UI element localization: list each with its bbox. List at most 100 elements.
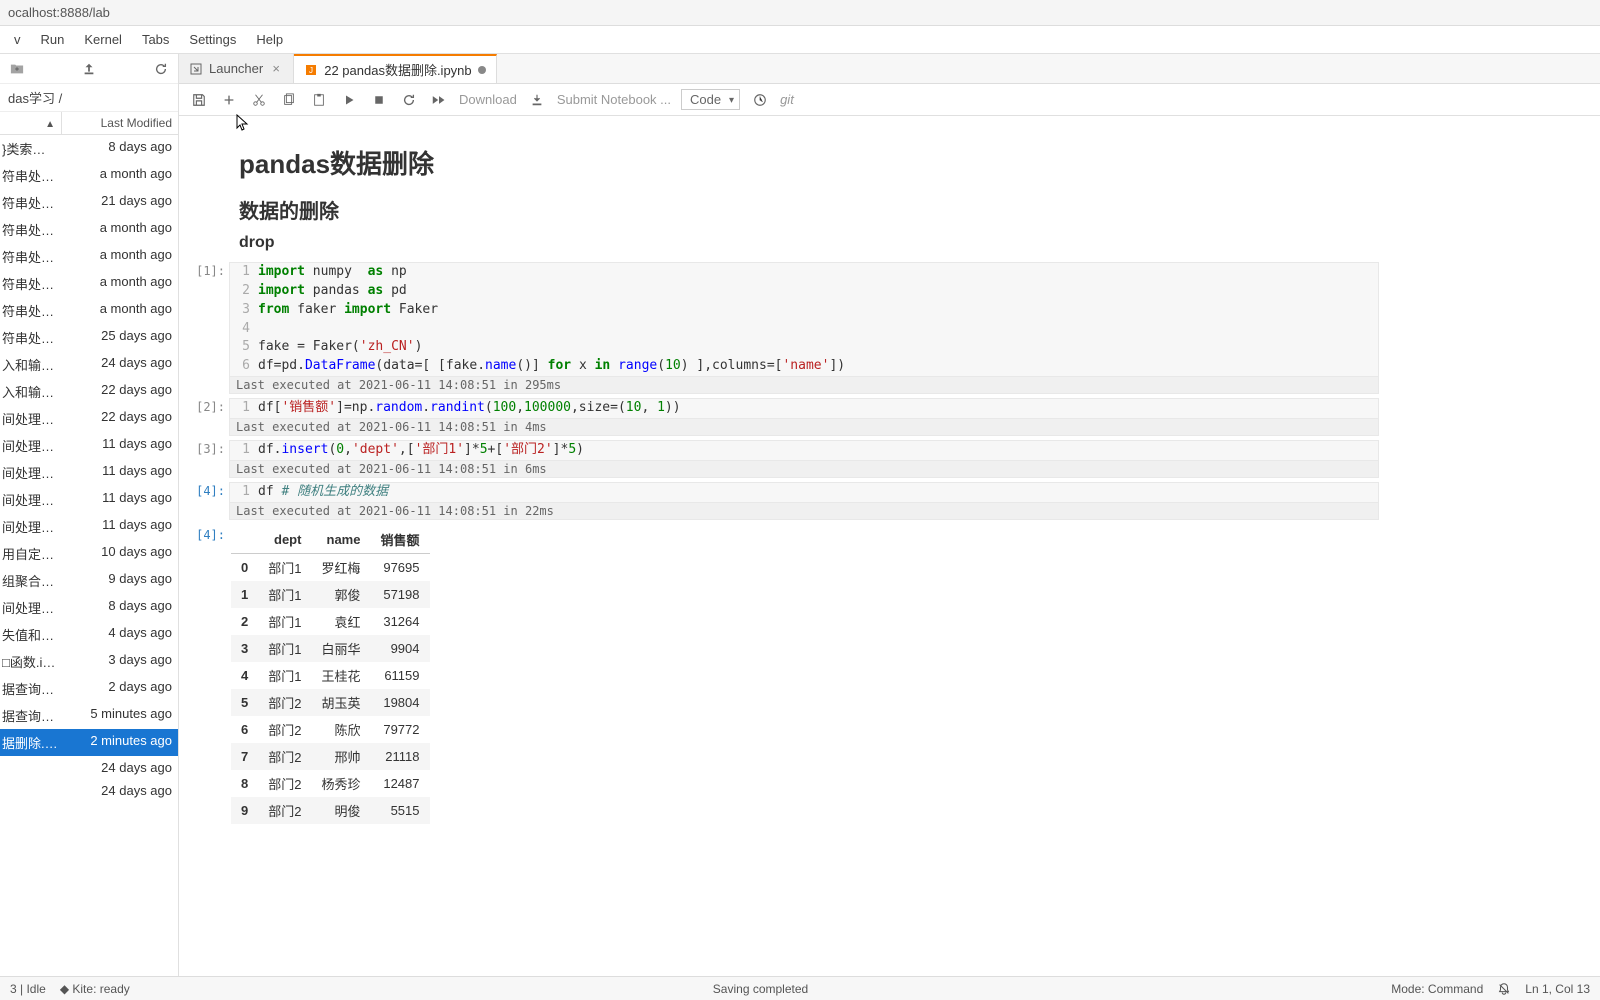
code-line-content: df['销售额']=np.random.randint(100,100000,s… <box>258 399 1378 418</box>
cut-icon[interactable] <box>249 90 269 110</box>
code-area[interactable]: 1df.insert(0,'dept',['部门1']*5+['部门2']*5) <box>229 440 1379 461</box>
fastforward-icon[interactable] <box>429 90 449 110</box>
menu-item-settings[interactable]: Settings <box>179 28 246 51</box>
run-icon[interactable] <box>339 90 359 110</box>
file-modified: 25 days ago <box>62 326 178 349</box>
submit-link[interactable]: Submit Notebook ... <box>557 92 671 107</box>
url-text: ocalhost:8888/lab <box>8 5 110 20</box>
menu-item-kernel[interactable]: Kernel <box>74 28 132 51</box>
code-cell[interactable]: [2]:1df['销售额']=np.random.randint(100,100… <box>229 398 1379 436</box>
col-name-header[interactable]: ▲ <box>0 112 62 134</box>
file-row[interactable]: 符串处理...a month ago <box>0 162 178 189</box>
refresh-icon[interactable] <box>152 60 170 78</box>
file-name <box>0 781 62 800</box>
status-message: Saving completed <box>130 982 1391 996</box>
file-modified: 24 days ago <box>62 353 178 376</box>
table-cell: 3 <box>231 635 258 662</box>
line-number: 1 <box>230 263 258 282</box>
tab-label: Launcher <box>209 61 263 76</box>
file-name: 入和输出... <box>0 353 62 376</box>
file-row[interactable]: □函数.ip...3 days ago <box>0 648 178 675</box>
paste-icon[interactable] <box>309 90 329 110</box>
file-row[interactable]: 符串处理...a month ago <box>0 297 178 324</box>
kite-status[interactable]: ◆ Kite: ready <box>60 982 130 996</box>
file-name: 符串处理... <box>0 326 62 349</box>
celltype-select[interactable]: Code <box>681 92 740 107</box>
file-row[interactable]: 据查询选...5 minutes ago <box>0 702 178 729</box>
bell-icon[interactable] <box>1497 982 1511 996</box>
file-row[interactable]: 24 days ago <box>0 756 178 779</box>
breadcrumb[interactable]: das学习 / <box>0 84 178 112</box>
file-modified: 24 days ago <box>62 781 178 800</box>
file-row[interactable]: 间处理（...11 days ago <box>0 486 178 513</box>
git-link[interactable]: git <box>780 92 794 107</box>
table-row: 4部门1王桂花61159 <box>231 662 430 689</box>
code-area[interactable]: 1df['销售额']=np.random.randint(100,100000,… <box>229 398 1379 419</box>
upload-icon[interactable] <box>80 60 98 78</box>
table-cell: 12487 <box>370 770 429 797</box>
url-bar[interactable]: ocalhost:8888/lab <box>0 0 1600 26</box>
file-row[interactable]: 入和输出...24 days ago <box>0 351 178 378</box>
menu-item-tabs[interactable]: Tabs <box>132 28 179 51</box>
menu-item-help[interactable]: Help <box>246 28 293 51</box>
table-cell: 明俊 <box>311 797 370 824</box>
file-row[interactable]: 间处理（...11 days ago <box>0 432 178 459</box>
file-row[interactable]: 失值和空...4 days ago <box>0 621 178 648</box>
restart-icon[interactable] <box>399 90 419 110</box>
file-row[interactable]: 符串处理...21 days ago <box>0 189 178 216</box>
file-row[interactable]: }类索引.i...8 days ago <box>0 135 178 162</box>
code-cell[interactable]: [1]:1import numpy as np2import pandas as… <box>229 262 1379 394</box>
stop-icon[interactable] <box>369 90 389 110</box>
table-cell: 0 <box>231 553 258 581</box>
copy-icon[interactable] <box>279 90 299 110</box>
save-icon[interactable] <box>189 90 209 110</box>
code-cell[interactable]: [4]:1df # 随机生成的数据Last executed at 2021-0… <box>229 482 1379 520</box>
file-modified: 11 days ago <box>62 434 178 457</box>
file-row[interactable]: 符串处理...25 days ago <box>0 324 178 351</box>
table-header: dept <box>258 526 311 554</box>
sidebar-toolbar <box>0 54 178 84</box>
menu-item-v[interactable]: v <box>4 28 31 51</box>
code-area[interactable]: 1df # 随机生成的数据 <box>229 482 1379 503</box>
code-cell[interactable]: [3]:1df.insert(0,'dept',['部门1']*5+['部门2'… <box>229 440 1379 478</box>
tab-22-pandas-ipynb[interactable]: J22 pandas数据删除.ipynb <box>294 54 496 83</box>
file-row[interactable]: 用自定义...10 days ago <box>0 540 178 567</box>
clock-icon[interactable] <box>750 90 770 110</box>
code-line-content: df.insert(0,'dept',['部门1']*5+['部门2']*5) <box>258 441 1378 460</box>
cursor-position[interactable]: Ln 1, Col 13 <box>1525 982 1590 996</box>
file-modified: 22 days ago <box>62 380 178 403</box>
line-number: 1 <box>230 399 258 418</box>
file-row[interactable]: 组聚合统...9 days ago <box>0 567 178 594</box>
file-row[interactable]: 间处理（...11 days ago <box>0 513 178 540</box>
tab-launcher[interactable]: Launcher × <box>179 54 294 83</box>
file-row[interactable]: 符串处理...a month ago <box>0 243 178 270</box>
table-cell: 部门2 <box>258 716 311 743</box>
file-row[interactable]: 间处理（...8 days ago <box>0 594 178 621</box>
file-row[interactable]: 据查询选...2 days ago <box>0 675 178 702</box>
code-area[interactable]: 1import numpy as np2import pandas as pd3… <box>229 262 1379 377</box>
add-cell-icon[interactable] <box>219 90 239 110</box>
table-cell: 王桂花 <box>311 662 370 689</box>
table-cell: 5515 <box>370 797 429 824</box>
new-folder-icon[interactable] <box>8 60 26 78</box>
file-browser-sidebar: das学习 / ▲ Last Modified }类索引.i...8 days … <box>0 54 179 976</box>
close-icon[interactable]: × <box>269 61 283 76</box>
table-cell: 5 <box>231 689 258 716</box>
download-icon[interactable] <box>527 90 547 110</box>
file-row[interactable]: 入和输出...22 days ago <box>0 378 178 405</box>
file-row[interactable]: 24 days ago <box>0 779 178 802</box>
notebook-content[interactable]: pandas数据删除 数据的删除 drop [1]:1import numpy … <box>179 116 1600 976</box>
file-row[interactable]: 符串处理...a month ago <box>0 216 178 243</box>
file-row[interactable]: 间处理（...11 days ago <box>0 459 178 486</box>
col-modified-header[interactable]: Last Modified <box>62 112 178 134</box>
file-row[interactable]: 据删除.ip...2 minutes ago <box>0 729 178 756</box>
download-link[interactable]: Download <box>459 92 517 107</box>
file-row[interactable]: 符串处理...a month ago <box>0 270 178 297</box>
file-name: }类索引.i... <box>0 137 62 160</box>
kernel-status[interactable]: 3 | Idle <box>10 982 46 996</box>
file-row[interactable]: 间处理（...22 days ago <box>0 405 178 432</box>
table-row: 1部门1郭俊57198 <box>231 581 430 608</box>
mode-status[interactable]: Mode: Command <box>1391 982 1483 996</box>
menu-item-run[interactable]: Run <box>31 28 75 51</box>
file-name: 间处理（... <box>0 434 62 457</box>
